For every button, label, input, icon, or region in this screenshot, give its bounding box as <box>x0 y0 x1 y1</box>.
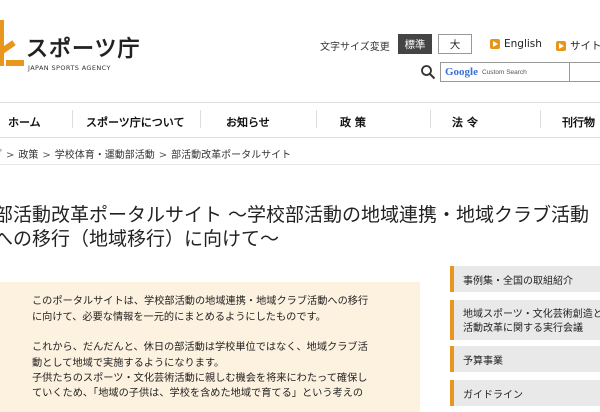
custom-search-label: Custom Search <box>482 68 527 76</box>
breadcrumb-separator: > <box>42 150 51 161</box>
nav-bottom-border <box>0 137 600 138</box>
breadcrumb: ブ>政策>学校体育・運動部活動>部活動改革ポータルサイト <box>0 146 291 161</box>
google-logo: Google <box>445 66 478 78</box>
breadcrumb-separator: > <box>158 150 168 161</box>
sports-agency-logo-icon <box>0 20 24 66</box>
intro-text: に向けて、必要な情報を一元的にまとめるようにしたものです。 <box>32 312 326 323</box>
breadcrumb-current: 部活動改革ポータルサイト <box>171 150 292 161</box>
english-link[interactable]: English <box>490 38 542 50</box>
search-field-overflow[interactable] <box>570 62 600 82</box>
english-link-label: English <box>504 38 542 50</box>
font-standard-button[interactable]: 標準 <box>398 34 432 54</box>
search-icon[interactable] <box>420 64 436 80</box>
sitemap-link[interactable]: サイト <box>556 38 600 53</box>
breadcrumb-separator: > <box>6 150 15 161</box>
nav-divider <box>540 110 541 128</box>
nav-publications[interactable]: 刊行物 <box>562 114 595 130</box>
sidebar-item-label: 地域スポーツ・文化芸術創造と <box>463 309 600 320</box>
page-title-line2: への移行（地域移行）に向けて～ <box>0 228 280 250</box>
sidebar-item-case-studies[interactable]: 事例集・全国の取組紹介 <box>450 266 600 292</box>
sidebar-item-label: ガイドライン <box>463 389 523 401</box>
sidebar-item-label: 活動改革に関する実行会議 <box>463 323 583 334</box>
intro-text: これから、だんだんと、休日の部活動は学校単位ではなく、地域クラブ活 <box>32 342 368 353</box>
nav-divider <box>430 110 431 128</box>
nav-divider <box>72 110 73 128</box>
intro-panel: このポータルサイトは、学校部活動の地域連携・地域クラブ活動への移行 に向けて、必… <box>0 282 420 412</box>
nav-top-border <box>0 102 600 103</box>
sidebar-item-label: 事例集・全国の取組紹介 <box>463 275 573 287</box>
sidebar-item-council[interactable]: 地域スポーツ・文化芸術創造と 活動改革に関する実行会議 <box>450 300 600 340</box>
intro-text: 動として地域で実施するようになります。 <box>32 358 225 369</box>
font-size-label: 文字サイズ変更 <box>320 42 390 53</box>
arrow-right-icon <box>556 40 566 51</box>
page-title-line1: 部活動改革ポータルサイト ～学校部活動の地域連携・地域クラブ活動 <box>0 204 590 226</box>
nav-divider <box>200 110 201 128</box>
search-input[interactable]: Google Custom Search <box>440 62 570 82</box>
sidebar-item-budget[interactable]: 予算事業 <box>450 346 600 372</box>
font-large-button[interactable]: 大 <box>438 34 472 54</box>
intro-text: ていくため、「地域の子供は、学校を含めた地域で育てる」という考えの <box>32 388 364 399</box>
nav-divider <box>316 110 317 128</box>
breadcrumb-item[interactable]: ブ <box>0 150 2 161</box>
intro-text: このポータルサイトは、学校部活動の地域連携・地域クラブ活動への移行 <box>32 296 369 307</box>
site-logo-subtitle: JAPAN SPORTS AGENCY <box>28 64 111 72</box>
nav-news[interactable]: お知らせ <box>226 114 270 130</box>
nav-home[interactable]: ホーム <box>8 114 41 130</box>
sidebar-item-guidelines[interactable]: ガイドライン <box>450 380 600 406</box>
breadcrumb-item[interactable]: 政策 <box>18 150 38 161</box>
nav-law[interactable]: 法 令 <box>452 114 478 130</box>
site-logo-title[interactable]: スポーツ庁 <box>26 31 141 63</box>
sidebar-item-label: 予算事業 <box>463 355 503 367</box>
breadcrumb-divider <box>0 164 600 165</box>
intro-text: 子供たちのスポーツ・文化芸術活動に親しむ機会を将来にわたって確保し <box>32 373 368 384</box>
sitemap-link-label: サイト <box>570 40 600 52</box>
nav-policy[interactable]: 政 策 <box>340 114 366 130</box>
nav-about[interactable]: スポーツ庁について <box>86 114 184 130</box>
breadcrumb-item[interactable]: 学校体育・運動部活動 <box>55 150 155 161</box>
arrow-right-icon <box>490 39 500 49</box>
